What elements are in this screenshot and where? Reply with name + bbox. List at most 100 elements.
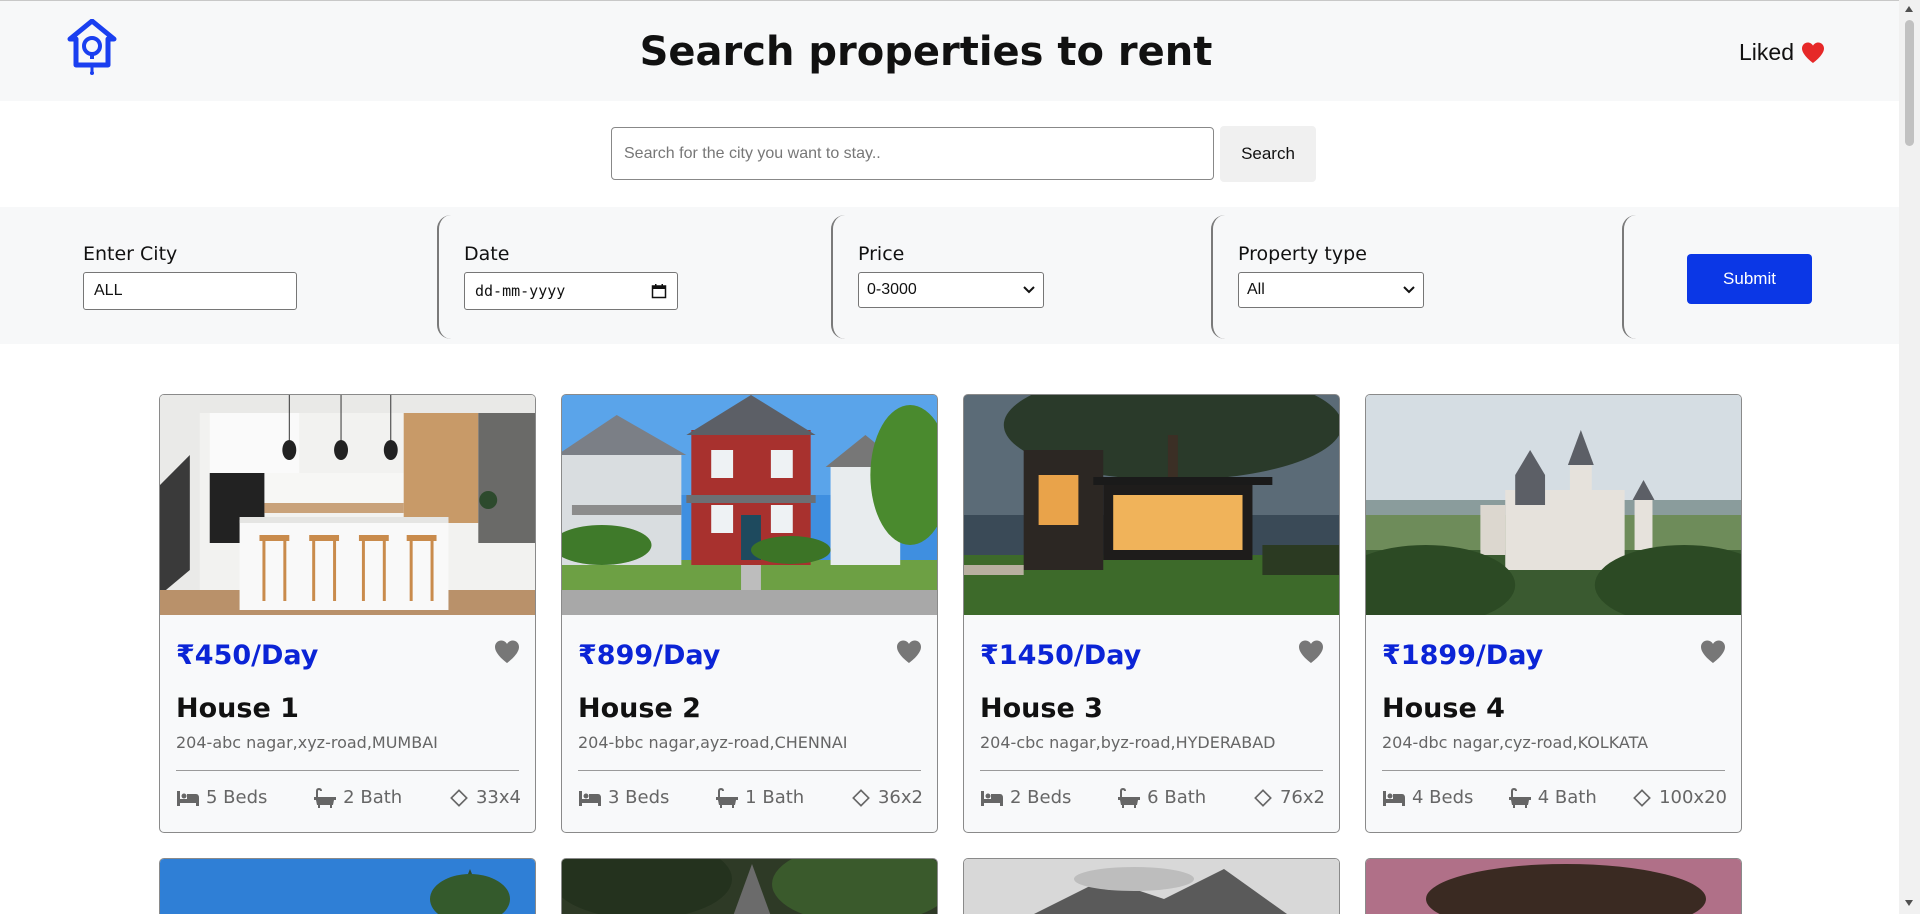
- divider: [578, 770, 921, 771]
- scroll-thumb[interactable]: [1905, 20, 1914, 146]
- date-label: Date: [464, 243, 510, 265]
- features: 4 Beds 4 Bath 100x20: [1382, 787, 1727, 808]
- property-image: [160, 395, 535, 615]
- price: ₹1450/Day: [980, 640, 1142, 671]
- bath-icon: [1508, 788, 1532, 808]
- bath-count: 4 Bath: [1537, 787, 1597, 808]
- heart-icon[interactable]: [1297, 639, 1325, 665]
- bed-icon: [578, 788, 602, 808]
- filter-date: Date dd-mm-yyyy: [440, 207, 830, 344]
- property-card[interactable]: ₹1450/Day House 3 204-cbc nagar,byz-road…: [963, 394, 1340, 833]
- calendar-icon[interactable]: [651, 283, 667, 299]
- beds-feature: 4 Beds: [1382, 787, 1473, 808]
- chevron-down-icon: [1403, 286, 1415, 294]
- bath-icon: [715, 788, 739, 808]
- bath-icon: [313, 788, 337, 808]
- city-label: Enter City: [83, 243, 178, 265]
- divider: [980, 770, 1323, 771]
- property-card[interactable]: ₹450/Day House 1 204-abc nagar,xyz-road,…: [159, 394, 536, 833]
- price-select[interactable]: 0-3000: [858, 272, 1044, 308]
- beds-feature: 2 Beds: [980, 787, 1071, 808]
- area-feature: 100x20: [1631, 787, 1727, 808]
- beds-count: 4 Beds: [1412, 787, 1474, 808]
- property-card[interactable]: [963, 858, 1340, 914]
- property-type-label: Property type: [1238, 243, 1367, 265]
- page-title: Search properties to rent: [639, 29, 1213, 75]
- header: Search properties to rent Liked: [0, 0, 1899, 101]
- address: 204-dbc nagar,cyz-road,KOLKATA: [1382, 733, 1649, 752]
- house-name: House 1: [176, 693, 299, 724]
- price-label: Price: [858, 243, 905, 265]
- bath-feature: 2 Bath: [313, 787, 402, 808]
- bed-icon: [176, 788, 200, 808]
- bath-feature: 1 Bath: [715, 787, 804, 808]
- house-name: House 3: [980, 693, 1103, 724]
- heart-icon[interactable]: [1699, 639, 1727, 665]
- property-image: [964, 859, 1339, 914]
- property-image: [562, 859, 937, 914]
- property-card[interactable]: [159, 858, 536, 914]
- heart-icon[interactable]: [895, 639, 923, 665]
- area-icon: [1252, 788, 1274, 808]
- area-icon: [1631, 788, 1653, 808]
- beds-count: 3 Beds: [608, 787, 670, 808]
- property-image: [964, 395, 1339, 615]
- bath-feature: 4 Bath: [1508, 787, 1597, 808]
- scroll-up-arrow[interactable]: [1905, 6, 1913, 12]
- address: 204-cbc nagar,byz-road,HYDERABAD: [980, 733, 1276, 752]
- bath-icon: [1117, 788, 1141, 808]
- address: 204-bbc nagar,ayz-road,CHENNAI: [578, 733, 848, 752]
- heart-icon[interactable]: [493, 639, 521, 665]
- area-feature: 36x2: [850, 787, 923, 808]
- divider: [176, 770, 519, 771]
- property-image: [562, 395, 937, 615]
- property-image: [1366, 859, 1741, 914]
- property-image: [1366, 395, 1741, 615]
- house-name: House 4: [1382, 693, 1505, 724]
- house-name: House 2: [578, 693, 701, 724]
- area-icon: [448, 788, 470, 808]
- area-feature: 76x2: [1252, 787, 1325, 808]
- city-search-input[interactable]: [611, 127, 1214, 180]
- bath-count: 2 Bath: [343, 787, 403, 808]
- price: ₹450/Day: [176, 640, 319, 671]
- features: 5 Beds 2 Bath 33x4: [176, 787, 521, 808]
- bath-count: 6 Bath: [1147, 787, 1207, 808]
- chevron-down-icon: [1023, 286, 1035, 294]
- price: ₹1899/Day: [1382, 640, 1544, 671]
- bed-icon: [980, 788, 1004, 808]
- divider: [1382, 770, 1725, 771]
- bed-icon: [1382, 788, 1406, 808]
- features: 3 Beds 1 Bath 36x2: [578, 787, 923, 808]
- heart-icon: [1801, 42, 1824, 63]
- beds-count: 5 Beds: [206, 787, 268, 808]
- filter-bar: Enter City ALL Date dd-mm-yyyy Price 0-3…: [0, 207, 1899, 344]
- property-type-select-value: All: [1247, 281, 1265, 298]
- area-size: 36x2: [877, 787, 923, 808]
- area-size: 33x4: [475, 787, 521, 808]
- bath-count: 1 Bath: [745, 787, 805, 808]
- property-image: [160, 859, 535, 914]
- scroll-down-arrow[interactable]: [1905, 900, 1913, 906]
- price-select-value: 0-3000: [867, 281, 917, 298]
- property-card[interactable]: ₹899/Day House 2 204-bbc nagar,ayz-road,…: [561, 394, 938, 833]
- submit-button[interactable]: Submit: [1687, 254, 1812, 304]
- liked-link[interactable]: Liked: [1739, 39, 1826, 66]
- area-icon: [850, 788, 872, 808]
- filter-property-type: Property type All: [1214, 207, 1614, 344]
- area-size: 76x2: [1279, 787, 1325, 808]
- property-card[interactable]: [1365, 858, 1742, 914]
- filter-divider: [1622, 215, 1636, 339]
- property-card[interactable]: [561, 858, 938, 914]
- filter-city: Enter City ALL: [0, 207, 430, 344]
- vertical-scrollbar[interactable]: [1899, 0, 1920, 914]
- area-size: 100x20: [1659, 787, 1727, 808]
- beds-feature: 3 Beds: [578, 787, 669, 808]
- date-input[interactable]: dd-mm-yyyy: [464, 272, 678, 310]
- date-value: dd-mm-yyyy: [475, 282, 566, 300]
- search-button[interactable]: Search: [1220, 126, 1316, 182]
- city-input[interactable]: ALL: [83, 272, 297, 310]
- property-card[interactable]: ₹1899/Day House 4 204-dbc nagar,cyz-road…: [1365, 394, 1742, 833]
- property-type-select[interactable]: All: [1238, 272, 1424, 308]
- liked-label: Liked: [1739, 39, 1794, 65]
